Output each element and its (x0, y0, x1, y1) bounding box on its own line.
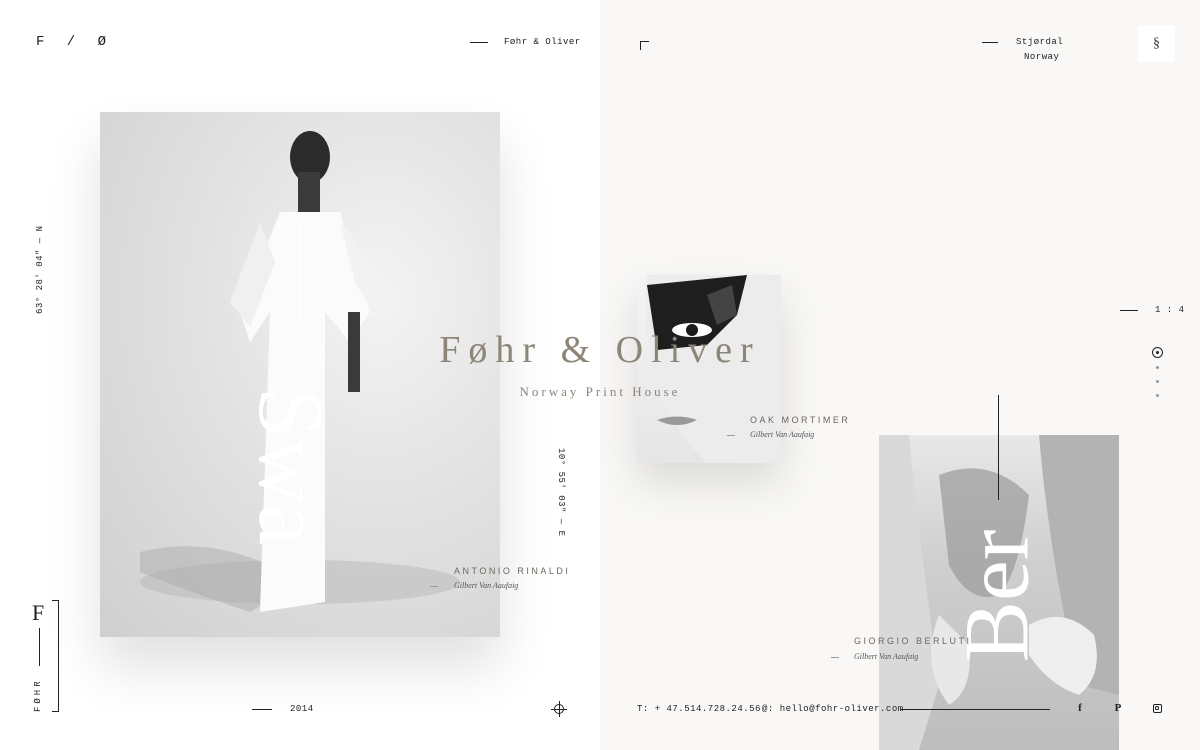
credit-name-2[interactable]: OAK MORTIMER (750, 415, 850, 425)
instagram-icon[interactable] (1150, 701, 1164, 715)
longitude-label: 10° 55' 03" — E (556, 448, 566, 537)
latitude-label: 63° 28' 04" — N (35, 225, 45, 314)
hero-title: Føhr & Oliver (439, 329, 761, 371)
header-dash (470, 42, 488, 43)
nav-dot-2[interactable] (1156, 366, 1159, 369)
nav-dot-4[interactable] (1156, 394, 1159, 397)
hero-subtitle: Norway Print House (519, 384, 681, 399)
location-city: Stjørdal (1016, 37, 1064, 47)
logo[interactable]: F / Ø (36, 34, 113, 50)
crosshair-icon (551, 701, 567, 717)
overlay-line-1 (300, 222, 301, 322)
year-label: 2014 (290, 704, 314, 714)
nav-dot-3[interactable] (1156, 380, 1159, 383)
dollar-s-icon: § (1153, 35, 1160, 51)
location-country: Norway (1024, 52, 1060, 62)
credit-name-1[interactable]: ANTONIO RINALDI (454, 566, 570, 576)
header-brand-name[interactable]: Føhr & Oliver (504, 37, 581, 47)
overlay-line-2 (998, 395, 999, 500)
facebook-icon[interactable]: f (1073, 701, 1087, 715)
side-f-mark: F (32, 600, 45, 625)
credit-name-3[interactable]: GIORGIO BERLUTI (854, 636, 972, 646)
location-dash (982, 42, 998, 43)
contact-phone[interactable]: T: + 47.514.728.24.56 (637, 704, 761, 714)
credit-author-1: Gilbert Van Aaufaig (454, 581, 519, 590)
pinterest-icon[interactable]: P (1111, 701, 1125, 715)
credit-dash-1 (430, 586, 438, 587)
model-figure-image (140, 131, 460, 612)
side-line (39, 628, 40, 666)
counter-dash (1120, 310, 1138, 311)
credit-dash-3 (831, 657, 839, 658)
contact-email[interactable]: @: hello@fohr-oliver.com (762, 704, 904, 714)
footer-line (900, 709, 1050, 710)
target-icon[interactable] (1152, 347, 1163, 358)
credit-author-2: Gilbert Van Aaufaig (750, 430, 815, 439)
credit-author-3: Gilbert Van Aaufaig (854, 652, 919, 661)
side-bracket (52, 600, 59, 712)
work-word-1: Swa (240, 386, 343, 546)
side-brand-mark: FØHR (33, 678, 43, 712)
corner-mark (640, 41, 649, 50)
photo-antonio-rinaldi[interactable] (100, 112, 500, 637)
credit-dash-2 (727, 435, 735, 436)
menu-button[interactable]: § (1138, 25, 1175, 62)
slide-counter: 1 : 4 (1155, 305, 1185, 315)
year-dash (252, 709, 272, 710)
